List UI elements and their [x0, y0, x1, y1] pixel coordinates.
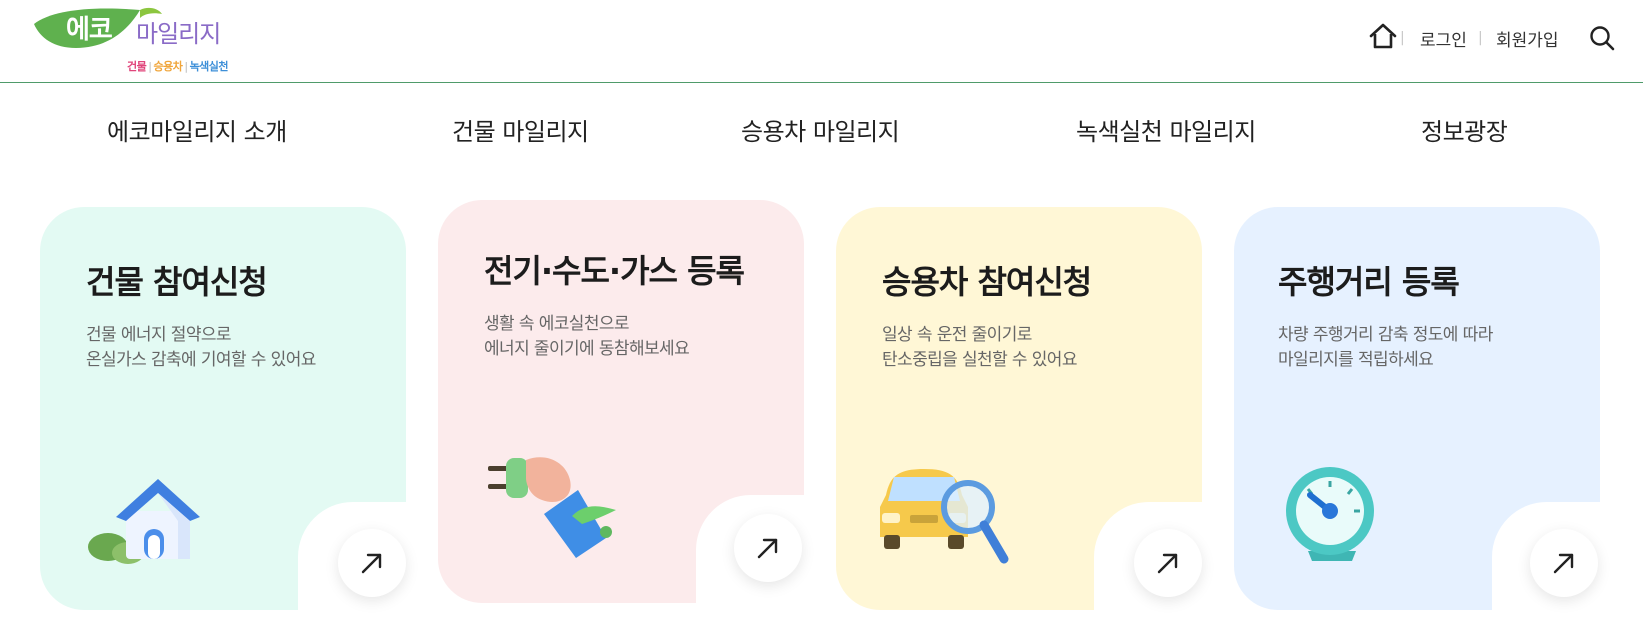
card-desc-line: 차량 주행거리 감축 정도에 따라 [1278, 325, 1493, 345]
login-link[interactable]: 로그인 [1420, 26, 1467, 51]
card-arrow-button[interactable] [338, 529, 406, 597]
util-divider: | [1400, 30, 1405, 46]
arrow-up-right-icon [1553, 553, 1574, 574]
arrow-up-right-icon [361, 553, 382, 574]
home-icon[interactable] [1368, 22, 1398, 50]
util-divider: | [1478, 30, 1483, 46]
card-building-apply[interactable]: 건물 참여신청 건물 에너지 절약으로 온실가스 감축에 기여할 수 있어요 [40, 207, 408, 612]
card-description: 건물 에너지 절약으로 온실가스 감축에 기여할 수 있어요 [86, 323, 316, 373]
search-icon[interactable] [1588, 24, 1616, 52]
card-arrow-button[interactable] [1134, 529, 1202, 597]
card-desc-line: 건물 에너지 절약으로 [86, 325, 232, 345]
card-utility-register[interactable]: 전기·수도·가스 등록 생활 속 에코실천으로 에너지 줄이기에 동참해보세요 [438, 200, 806, 605]
car-magnifier-icon [880, 469, 1009, 564]
card-mileage-register[interactable]: 주행거리 등록 차량 주행거리 감축 정도에 따라 마일리지를 적립하세요 [1234, 207, 1602, 612]
main-nav: 에코마일리지 소개 건물 마일리지 승용차 마일리지 녹색실천 마일리지 정보광… [0, 100, 1643, 156]
svg-text:에코: 에코 [66, 15, 112, 45]
logo-subtitle: 건물 | 승용차 | 녹색실천 [127, 60, 229, 73]
join-link[interactable]: 회원가입 [1496, 26, 1559, 51]
card-title: 건물 참여신청 [86, 263, 268, 301]
plug-hand-icon [488, 457, 616, 558]
nav-item-info[interactable]: 정보광장 [1421, 112, 1508, 147]
card-desc-line: 탄소중립을 실천할 수 있어요 [882, 350, 1078, 370]
nav-item-green[interactable]: 녹색실천 마일리지 [1076, 112, 1256, 147]
card-car-apply[interactable]: 승용차 참여신청 일상 속 운전 줄이기로 탄소중립을 실천할 수 있어요 [836, 207, 1204, 612]
card-title: 주행거리 등록 [1278, 263, 1460, 301]
card-desc-line: 에너지 줄이기에 동참해보세요 [484, 339, 690, 359]
card-arrow-button[interactable] [734, 514, 802, 582]
house-icon [88, 479, 200, 564]
logo-sub-building: 건물 [127, 60, 147, 73]
site-header: 에코 마일리지 건물 | 승용차 | 녹색실천 | 로그인 | 회원가입 [0, 0, 1643, 83]
card-description: 차량 주행거리 감축 정도에 따라 마일리지를 적립하세요 [1278, 323, 1493, 373]
eco-mileage-logo[interactable]: 에코 마일리지 건물 | 승용차 | 녹색실천 [32, 4, 229, 76]
utility-nav: | 로그인 | 회원가입 [1360, 20, 1643, 54]
svg-text:마일리지: 마일리지 [136, 20, 220, 48]
card-desc-line: 생활 속 에코실천으로 [484, 314, 630, 334]
card-title: 전기·수도·가스 등록 [484, 252, 745, 290]
arrow-up-right-icon [1157, 553, 1178, 574]
card-description: 일상 속 운전 줄이기로 탄소중립을 실천할 수 있어요 [882, 323, 1078, 373]
card-arrow-button[interactable] [1530, 529, 1598, 597]
card-desc-line: 온실가스 감축에 기여할 수 있어요 [86, 350, 316, 370]
nav-item-car[interactable]: 승용차 마일리지 [741, 112, 900, 147]
nav-item-intro[interactable]: 에코마일리지 소개 [107, 112, 287, 147]
logo-sub-green: 녹색실천 [189, 60, 229, 73]
nav-item-building[interactable]: 건물 마일리지 [452, 112, 589, 147]
arrow-up-right-icon [757, 538, 778, 559]
card-description: 생활 속 에코실천으로 에너지 줄이기에 동참해보세요 [484, 312, 690, 362]
card-desc-line: 일상 속 운전 줄이기로 [882, 325, 1032, 345]
logo-sub-car: 승용차 [153, 60, 183, 73]
card-desc-line: 마일리지를 적립하세요 [1278, 350, 1434, 370]
gauge-icon [1286, 467, 1374, 561]
card-title: 승용차 참여신청 [882, 263, 1092, 301]
